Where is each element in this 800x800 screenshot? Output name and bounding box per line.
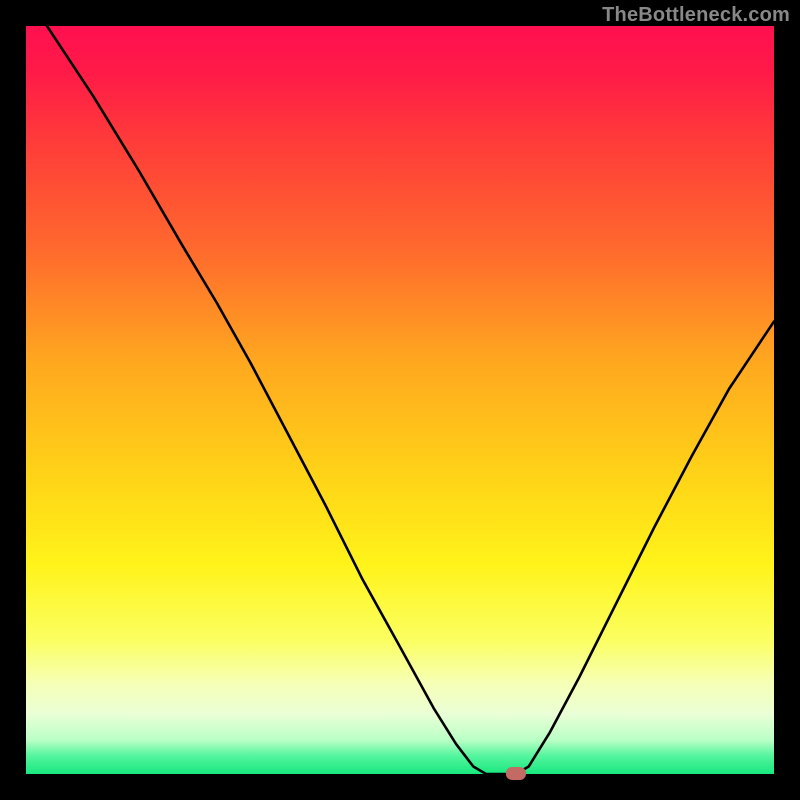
optimal-marker xyxy=(506,767,526,780)
chart-svg xyxy=(0,0,800,800)
gradient-background xyxy=(26,26,774,774)
bottleneck-chart: TheBottleneck.com xyxy=(0,0,800,800)
attribution-label: TheBottleneck.com xyxy=(602,4,790,27)
